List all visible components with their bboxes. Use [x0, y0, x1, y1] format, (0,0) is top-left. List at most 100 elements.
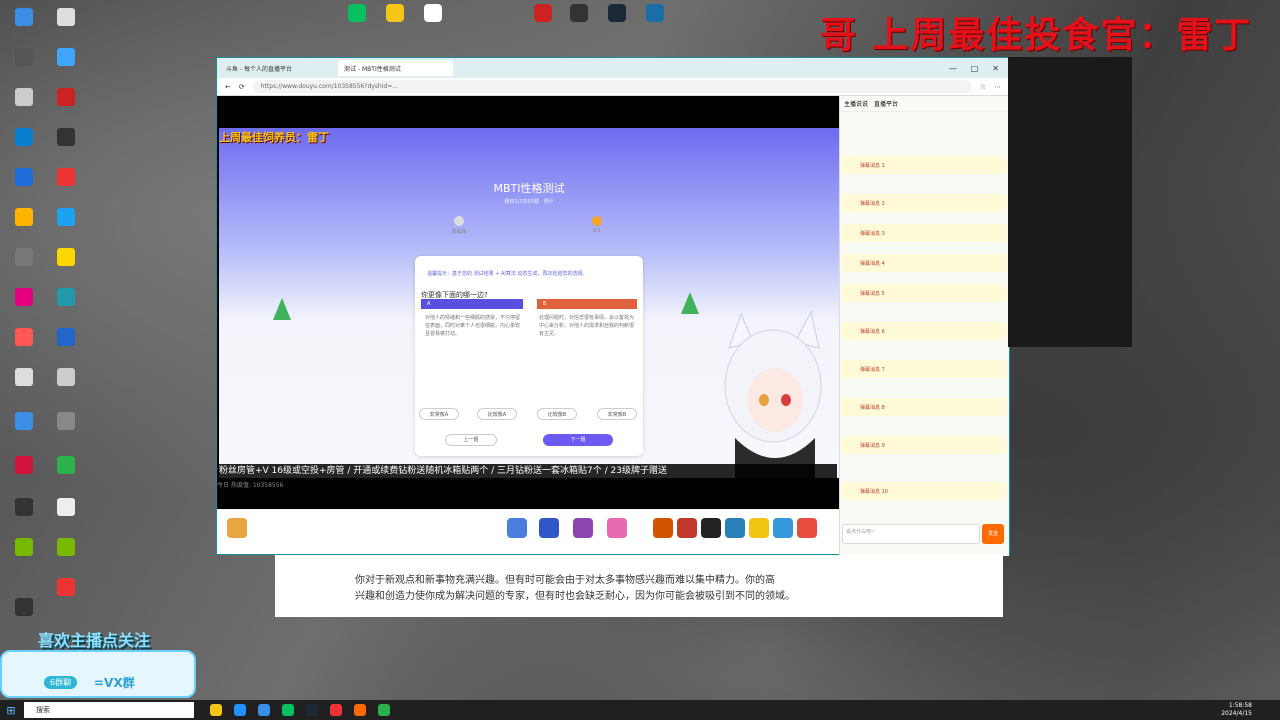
gift-icon[interactable]	[607, 518, 627, 538]
answer-strong-b[interactable]: 非常像B	[597, 408, 637, 420]
ticker-text: 粉丝房管+V 16级或空投+房管 / 开通或续费钻粉送随机冰箱贴两个 / 三月钻…	[217, 464, 837, 478]
answer-b[interactable]: 比较像B	[537, 408, 577, 420]
desktop-icon[interactable]	[46, 88, 86, 108]
option-b-text: 处理问题时，对信念很有事情，会以客观为中心来分析。对他人的需求和自我的判断很有主…	[539, 315, 635, 337]
tab-mbti[interactable]: 测试 - MBTI性格测试	[338, 60, 453, 76]
gift-icon[interactable]	[701, 518, 721, 538]
answer-strong-a[interactable]: 非常像A	[419, 408, 459, 420]
result-blurb: 你对于新观点和新事物充满兴趣。但有时可能会由于对太多事物感兴趣而难以集中精力。你…	[275, 555, 1003, 617]
desktop-icon[interactable]	[46, 128, 86, 148]
prev-button[interactable]: 上一题	[445, 434, 497, 446]
desktop-icon[interactable]	[46, 328, 86, 348]
gift-icon[interactable]	[653, 518, 673, 538]
desktop-icon[interactable]	[46, 248, 86, 268]
desktop-icon[interactable]	[340, 4, 374, 24]
url-bar: ← ⟳ https://www.douyu.com/10358556?dyshi…	[217, 78, 1009, 96]
desktop-icon[interactable]	[4, 288, 44, 308]
desktop-icon[interactable]	[4, 368, 44, 388]
explorer-icon[interactable]	[210, 704, 222, 716]
hint-text: 温馨提示：基于您的 测试结果 + AI算法 动态生成，再次检验您的选择。	[427, 271, 588, 277]
desktop-icon[interactable]	[46, 368, 86, 388]
stream-banner: 哥 上周最佳投食官：雷丁	[820, 15, 1253, 56]
desktop-icon[interactable]	[46, 8, 86, 28]
wechat-icon[interactable]	[282, 704, 294, 716]
gift-icon[interactable]	[797, 518, 817, 538]
chat-message: 弹幕消息 6	[842, 322, 1007, 340]
desktop-icon[interactable]	[4, 208, 44, 228]
desktop-icon[interactable]	[46, 498, 86, 518]
answer-a[interactable]: 比较像A	[477, 408, 517, 420]
desktop-icon[interactable]	[526, 4, 560, 24]
desktop-icon[interactable]	[4, 328, 44, 348]
mbti-title: MBTI性格测试	[493, 182, 565, 195]
gift-icon[interactable]	[773, 518, 793, 538]
desktop-icon[interactable]	[46, 48, 86, 68]
desktop-icon[interactable]	[46, 578, 86, 598]
desktop-icon[interactable]	[46, 288, 86, 308]
gift-icon[interactable]	[677, 518, 697, 538]
chat-panel: 主播说说 直播平台 弹幕消息 1 弹幕消息 2 弹幕消息 3 弹幕消息 4 弹幕…	[839, 96, 1009, 556]
desktop-icon[interactable]	[4, 168, 44, 188]
video-player[interactable]: MBTI性格测试 题目2/3共93题 · 预计 基础题 0/1 温馨提示：基于您…	[217, 96, 839, 509]
desktop-icon[interactable]	[46, 168, 86, 188]
stream-frame: MBTI性格测试 题目2/3共93题 · 预计 基础题 0/1 温馨提示：基于您…	[219, 128, 839, 478]
desktop-icon[interactable]	[4, 412, 44, 432]
desktop-icon[interactable]	[378, 4, 412, 24]
step-label: 基础题	[451, 229, 467, 235]
app-icon[interactable]	[330, 704, 342, 716]
chat-tab[interactable]: 主播说说	[844, 99, 868, 108]
chat-message: 弹幕消息 3	[842, 224, 1007, 242]
right-window	[1008, 57, 1132, 347]
gift-icon[interactable]	[749, 518, 769, 538]
close-icon[interactable]: ✕	[992, 64, 999, 73]
chat-message: 弹幕消息 10	[842, 482, 1007, 500]
next-button[interactable]: 下一题	[543, 434, 613, 446]
desktop-icon[interactable]	[46, 412, 86, 432]
desktop-icon[interactable]	[4, 248, 44, 268]
gift-icon[interactable]	[539, 518, 559, 538]
desktop-icon[interactable]	[4, 88, 44, 108]
desktop-icon[interactable]	[46, 208, 86, 228]
desktop-icon[interactable]	[4, 48, 44, 68]
chat-message: 弹幕消息 7	[842, 360, 1007, 378]
desktop-icon[interactable]	[4, 456, 44, 476]
desktop-icon[interactable]	[416, 4, 450, 24]
desktop-icon[interactable]	[600, 4, 634, 24]
gift-icon[interactable]	[507, 518, 527, 538]
start-icon[interactable]: ⊞	[0, 700, 22, 720]
step-dot	[592, 216, 602, 226]
desktop-icon[interactable]	[46, 538, 86, 558]
chat-tab[interactable]: 直播平台	[874, 99, 898, 108]
clock-time: 1:58:58	[1228, 702, 1252, 709]
desktop-icon[interactable]	[638, 4, 672, 24]
desktop-icon[interactable]	[4, 498, 44, 518]
heat-value: 今日 热度值: 10358556	[217, 482, 284, 489]
desktop-icon[interactable]	[4, 538, 44, 558]
refresh-icon[interactable]: ⟳	[239, 83, 245, 91]
steam-icon[interactable]	[306, 704, 318, 716]
send-button[interactable]: 发送	[982, 524, 1004, 544]
page-content: MBTI性格测试 题目2/3共93题 · 预计 基础题 0/1 温馨提示：基于您…	[217, 96, 1009, 556]
star-icon[interactable]: ☆	[980, 83, 986, 91]
desktop-icon[interactable]	[4, 598, 44, 618]
desktop-icon[interactable]	[4, 128, 44, 148]
app-icon[interactable]	[378, 704, 390, 716]
chat-message: 弹幕消息 1	[842, 156, 1007, 174]
chat-input[interactable]: 说点什么吧~	[842, 524, 980, 544]
tab-douyu[interactable]: 斗鱼 - 每个人的直播平台	[220, 60, 335, 76]
address-input[interactable]: https://www.douyu.com/10358556?dyshid=..…	[252, 80, 972, 93]
app-icon[interactable]	[258, 704, 270, 716]
desktop-icon[interactable]	[46, 456, 86, 476]
back-icon[interactable]: ←	[225, 83, 231, 91]
edge-icon[interactable]	[234, 704, 246, 716]
gift-icon[interactable]	[227, 518, 247, 538]
minimize-icon[interactable]: —	[949, 64, 957, 73]
desktop-icon[interactable]	[562, 4, 596, 24]
gift-icon[interactable]	[725, 518, 745, 538]
menu-icon[interactable]: ⋯	[994, 83, 1001, 91]
douyu-icon[interactable]	[354, 704, 366, 716]
taskbar-search[interactable]: 搜索	[24, 702, 194, 718]
gift-icon[interactable]	[573, 518, 593, 538]
maximize-icon[interactable]: □	[971, 64, 979, 73]
desktop-icon[interactable]	[4, 8, 44, 28]
